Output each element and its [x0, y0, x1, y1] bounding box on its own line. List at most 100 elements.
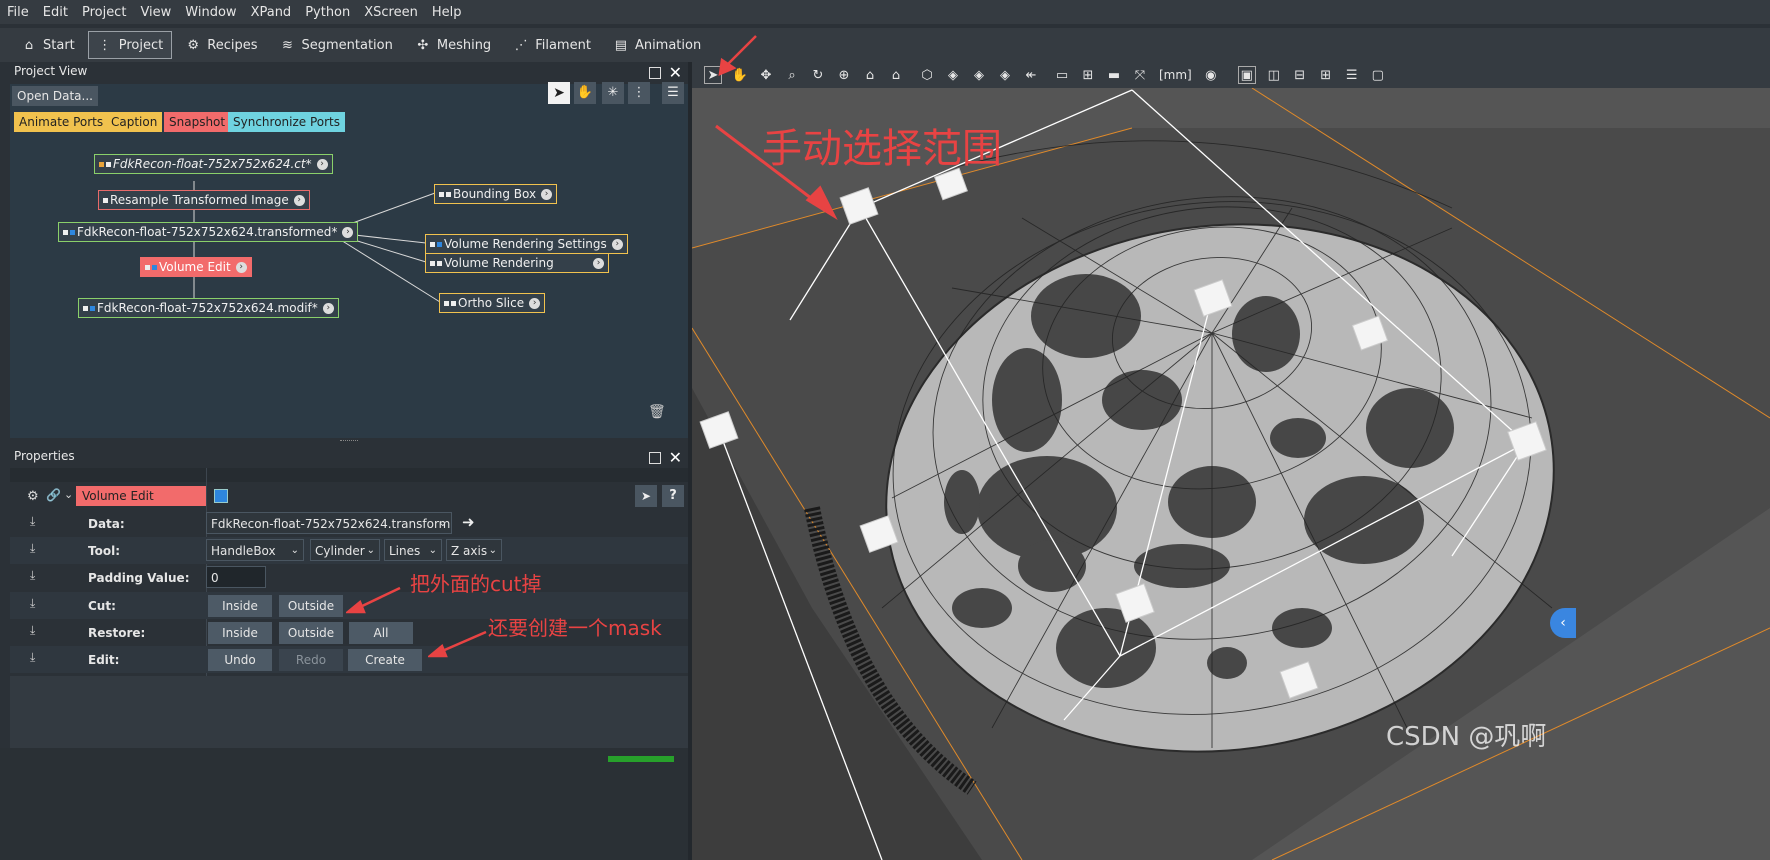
- pin-icon[interactable]: ⤓: [30, 650, 35, 665]
- menu-edit[interactable]: Edit: [36, 5, 75, 20]
- layout-single-icon[interactable]: ▣: [1237, 66, 1256, 84]
- filament-button[interactable]: ⋰ Filament: [504, 31, 600, 59]
- home-icon[interactable]: ⌂: [862, 67, 878, 83]
- units-label[interactable]: [mm]: [1159, 68, 1192, 82]
- trash-icon[interactable]: 🗑: [648, 404, 666, 420]
- menu-help[interactable]: Help: [425, 5, 469, 20]
- node-label: Bounding Box: [453, 187, 537, 201]
- menu-python[interactable]: Python: [298, 5, 357, 20]
- pointer-icon[interactable]: ➤: [635, 485, 657, 507]
- pin-icon[interactable]: ⤓: [30, 541, 35, 556]
- port-connector-icon[interactable]: ›: [342, 226, 354, 238]
- create-mask-button[interactable]: Create Mask: [348, 649, 422, 689]
- node-bounding-box[interactable]: Bounding Box ›: [434, 184, 558, 204]
- menu-xscreen[interactable]: XScreen: [357, 5, 425, 20]
- padding-value-input[interactable]: 0: [206, 566, 266, 588]
- menu-xpand[interactable]: XPand: [244, 5, 299, 20]
- pin-icon[interactable]: ⤓: [30, 568, 35, 583]
- restore-outside-button[interactable]: Outside: [279, 622, 343, 644]
- animation-button[interactable]: ▤ Animation: [604, 31, 710, 59]
- port-connector-icon[interactable]: ›: [316, 158, 328, 170]
- layout-four-icon[interactable]: ⊞: [1318, 67, 1334, 83]
- meshing-button[interactable]: ✣ Meshing: [406, 31, 500, 59]
- project-button[interactable]: ⋮ Project: [87, 31, 173, 59]
- node-transformed-data[interactable]: FdkRecon-float-752x752x624.transformed* ›: [58, 222, 359, 242]
- axis-select[interactable]: Z axis ⌄: [446, 539, 502, 561]
- restore-all-button[interactable]: All: [349, 622, 413, 644]
- module-color-swatch[interactable]: [214, 489, 228, 503]
- undo-button[interactable]: Undo: [208, 649, 272, 671]
- close-icon[interactable]: ✕: [669, 63, 682, 82]
- layout-two-vertical-icon[interactable]: ◫: [1266, 67, 1282, 83]
- node-ortho-slice[interactable]: Ortho Slice ›: [439, 293, 546, 313]
- set-home-icon[interactable]: ⌂: [888, 67, 904, 83]
- ruler-icon[interactable]: ▬: [1106, 67, 1122, 83]
- cut-inside-button[interactable]: Inside: [208, 595, 272, 617]
- stereo-icon[interactable]: ▭: [1054, 67, 1070, 83]
- seek-icon[interactable]: ⊕: [836, 67, 852, 83]
- measure-icon[interactable]: ⊞: [1080, 67, 1096, 83]
- menu-project[interactable]: Project: [75, 5, 133, 20]
- zoom-icon[interactable]: ⌕: [784, 67, 800, 83]
- data-value: FdkRecon-float-752x752x624.transformec: [211, 517, 452, 531]
- layout-two-horizontal-icon[interactable]: ⊟: [1292, 67, 1308, 83]
- close-icon[interactable]: ✕: [669, 448, 682, 467]
- menu-window[interactable]: Window: [178, 5, 243, 20]
- rotate-icon[interactable]: ↻: [810, 67, 826, 83]
- port-connector-icon[interactable]: ›: [541, 188, 553, 200]
- camera-icon[interactable]: ◉: [1203, 67, 1219, 83]
- pin-icon[interactable]: ⤓: [30, 623, 35, 638]
- layout-stack-icon[interactable]: ☰: [1344, 67, 1360, 83]
- menu-file[interactable]: File: [0, 5, 36, 20]
- node-modif-data[interactable]: FdkRecon-float-752x752x624.modif* ›: [78, 298, 339, 318]
- module-name-badge[interactable]: Volume Edit: [76, 486, 206, 506]
- view-yz-icon[interactable]: ◈: [997, 67, 1013, 83]
- redo-button[interactable]: Redo: [279, 649, 343, 671]
- restore-inside-button[interactable]: Inside: [208, 622, 272, 644]
- port-connector-icon[interactable]: ›: [293, 194, 305, 206]
- chevron-down-icon: ⌄: [290, 545, 299, 556]
- node-resample[interactable]: Resample Transformed Image ›: [98, 190, 310, 210]
- node-volume-rendering[interactable]: Volume Rendering ›: [425, 253, 609, 273]
- help-icon[interactable]: ?: [662, 485, 684, 507]
- gear-icon[interactable]: ⚙: [27, 489, 39, 504]
- arrow-right-icon[interactable]: ➜: [462, 513, 475, 531]
- shape-select[interactable]: Cylinder ⌄: [310, 539, 380, 561]
- port-connector-icon[interactable]: ›: [593, 257, 604, 269]
- perspective-icon[interactable]: ⬡: [919, 67, 935, 83]
- tool-select[interactable]: HandleBox ⌄: [206, 539, 304, 561]
- side-panel-toggle[interactable]: ‹: [1550, 608, 1576, 638]
- float-panel-icon[interactable]: [648, 451, 661, 464]
- port-connector-icon[interactable]: ›: [611, 238, 623, 250]
- rotate-view-icon[interactable]: ↞: [1023, 67, 1039, 83]
- draw-mode-select[interactable]: Lines ⌄: [384, 539, 442, 561]
- pin-icon[interactable]: ⤓: [30, 514, 35, 529]
- pin-icon[interactable]: ⤓: [30, 596, 35, 611]
- 3d-viewer[interactable]: 手动选择范围 ‹ CSDN @巩啊: [692, 88, 1770, 860]
- link-icon[interactable]: 🔗: [46, 488, 61, 502]
- port-connector-icon[interactable]: ›: [322, 302, 334, 314]
- annotation-cut-outside: 把外面的cut掉: [410, 572, 542, 596]
- axes-icon[interactable]: ⤧: [1132, 67, 1148, 83]
- segmentation-button[interactable]: ≋ Segmentation: [270, 31, 401, 59]
- port-connector-icon[interactable]: ›: [529, 297, 541, 309]
- float-panel-icon[interactable]: [648, 66, 661, 79]
- view-xy-icon[interactable]: ◈: [945, 67, 961, 83]
- chevron-down-icon: ⌄: [438, 518, 447, 529]
- view-xz-icon[interactable]: ◈: [971, 67, 987, 83]
- data-select[interactable]: FdkRecon-float-752x752x624.transformec ⌄: [206, 512, 452, 534]
- node-volume-edit[interactable]: Volume Edit ›: [140, 257, 252, 277]
- chevron-down-icon[interactable]: ⌄: [64, 488, 73, 501]
- segmentation-label: Segmentation: [301, 37, 393, 53]
- start-button[interactable]: ⌂ Start: [12, 31, 84, 59]
- toolbar-annotation-arrow: [718, 35, 757, 77]
- menu-view[interactable]: View: [133, 5, 178, 20]
- panel-splitter[interactable]: [340, 440, 358, 444]
- port-connector-icon[interactable]: ›: [235, 261, 247, 273]
- cut-outside-button[interactable]: Outside: [279, 595, 343, 617]
- recipes-button[interactable]: ⚙ Recipes: [176, 31, 266, 59]
- node-volume-rendering-settings[interactable]: Volume Rendering Settings ›: [425, 234, 628, 254]
- node-ct-data[interactable]: FdkRecon-float-752x752x624.ct* ›: [94, 154, 333, 174]
- mesh-icon: ✣: [417, 37, 429, 53]
- fullscreen-icon[interactable]: ▢: [1370, 67, 1386, 83]
